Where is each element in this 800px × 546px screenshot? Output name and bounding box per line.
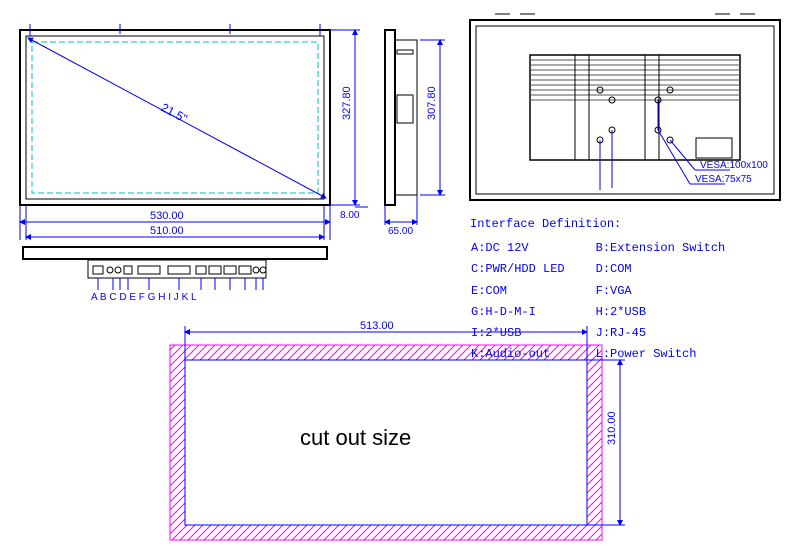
vesa100-label: VESA:100x100	[700, 160, 768, 171]
front-step-dim: 8.00	[340, 207, 368, 221]
side-view: 307.80 65.00	[385, 30, 445, 237]
svg-text:307.80: 307.80	[426, 86, 438, 120]
front-view: 21.5"	[20, 24, 330, 205]
diagonal-label: 21.5"	[159, 100, 190, 125]
bottom-interface: A B C D E F G H I J K L	[23, 247, 327, 303]
svg-text:65.00: 65.00	[388, 226, 413, 237]
port-labels: A B C D E F G H I J K L	[91, 292, 197, 303]
svg-text:327.80: 327.80	[341, 86, 353, 120]
vesa75-label: VESA:75x75	[695, 174, 752, 185]
svg-text:530.00: 530.00	[150, 210, 184, 222]
interface-title: Interface Definition:	[470, 215, 755, 234]
interface-definition: Interface Definition: A:DC 12VB:Extensio…	[470, 215, 755, 365]
front-height-dim: 327.80	[330, 30, 360, 205]
cutout-height: 310.00	[606, 411, 618, 445]
cutout-width: 513.00	[360, 320, 394, 332]
cutout-label: cut out size	[300, 425, 411, 451]
svg-text:510.00: 510.00	[150, 225, 184, 237]
svg-text:8.00: 8.00	[340, 210, 360, 221]
back-view: VESA:100x100 VESA:75x75	[470, 14, 780, 200]
front-width-dims: 530.00 510.00	[20, 205, 330, 240]
